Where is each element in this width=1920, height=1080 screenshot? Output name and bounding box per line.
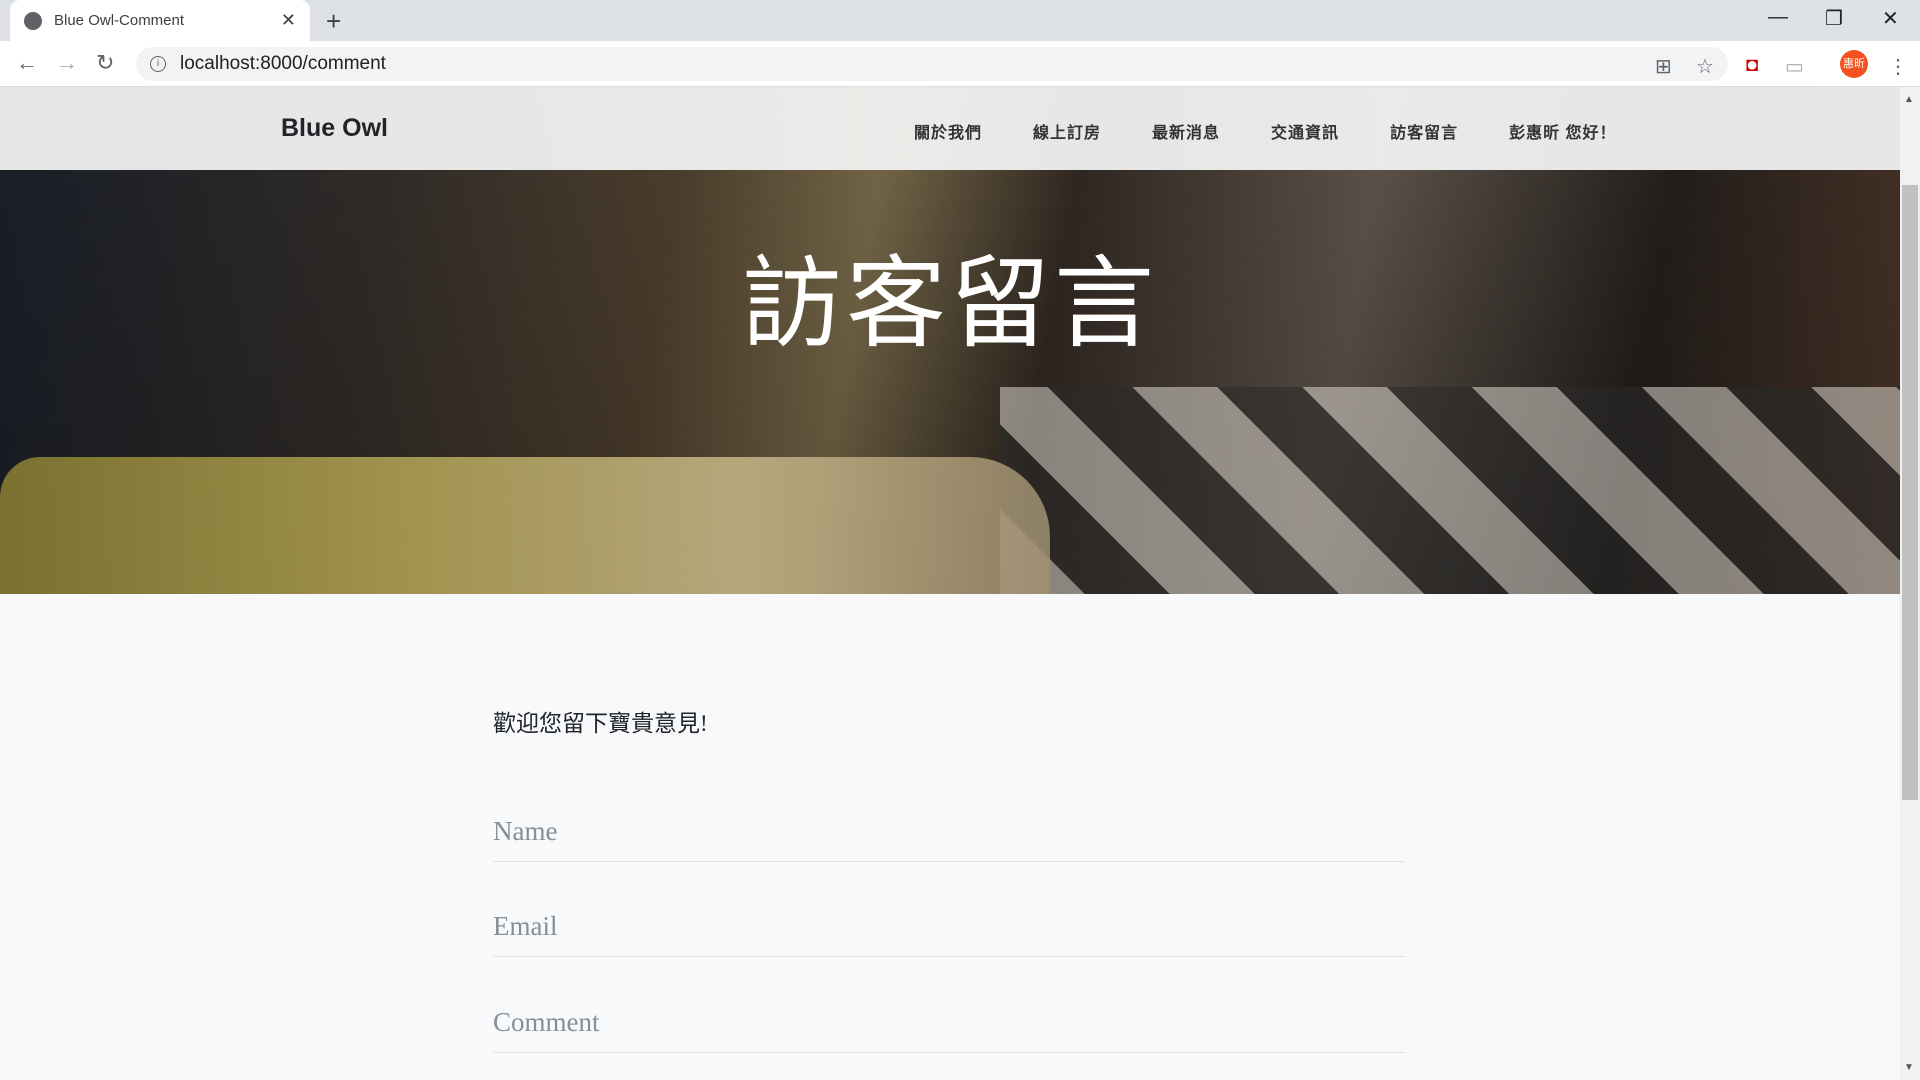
info-icon[interactable]: i: [150, 56, 166, 72]
nav-user[interactable]: 彭惠昕 您好！: [1509, 119, 1616, 143]
hero-image-floor: [1000, 387, 1900, 594]
reload-icon[interactable]: ↻: [96, 50, 114, 76]
comment-section: 歡迎您留下寶貴意見! Name Email Comment: [0, 594, 1900, 1080]
tab-title: Blue Owl-Comment: [54, 12, 185, 29]
close-tab-icon[interactable]: ✕: [281, 10, 296, 31]
hero-title: 訪客留言: [742, 245, 1158, 362]
page: Blue Owl 關於我們 線上訂房 最新消息 交通資訊 訪客留言 彭惠昕 您好…: [0, 87, 1900, 1080]
email-input[interactable]: Email: [493, 907, 1405, 957]
back-icon[interactable]: ←: [16, 50, 38, 76]
minimize-icon[interactable]: —: [1768, 6, 1788, 29]
forward-icon[interactable]: →: [56, 50, 78, 76]
restore-icon[interactable]: ❐: [1825, 6, 1843, 31]
url-text: localhost:8000/comment: [180, 53, 386, 74]
star-icon[interactable]: ☆: [1696, 54, 1714, 79]
brand-logo[interactable]: Blue Owl: [281, 114, 388, 143]
extension-shield-icon[interactable]: ◘: [1746, 54, 1758, 77]
close-window-icon[interactable]: ✕: [1882, 6, 1899, 31]
globe-icon: [24, 11, 42, 30]
address-bar[interactable]: i localhost:8000/comment: [136, 47, 1728, 81]
nav-booking[interactable]: 線上訂房: [1033, 119, 1101, 143]
extension-ticket-icon[interactable]: ▭: [1785, 54, 1804, 79]
tab-bar: Blue Owl-Comment ✕ + — ❐ ✕: [0, 0, 1920, 41]
browser-tab[interactable]: Blue Owl-Comment ✕: [10, 0, 310, 41]
hero-image-sofa: [0, 457, 1050, 594]
new-tab-button[interactable]: +: [326, 6, 341, 37]
site-navbar: Blue Owl 關於我們 線上訂房 最新消息 交通資訊 訪客留言 彭惠昕 您好…: [0, 87, 1900, 170]
scroll-down-icon[interactable]: ▼: [1904, 1062, 1914, 1073]
nav-traffic[interactable]: 交通資訊: [1271, 119, 1339, 143]
translate-icon[interactable]: ⊞: [1655, 54, 1672, 79]
nav-about[interactable]: 關於我們: [914, 119, 982, 143]
nav-comment[interactable]: 訪客留言: [1390, 119, 1458, 143]
scroll-up-icon[interactable]: ▲: [1904, 94, 1914, 105]
comment-input[interactable]: Comment: [493, 1003, 1405, 1053]
profile-avatar[interactable]: 惠昕: [1840, 50, 1868, 78]
browser-toolbar: ← → ↻ i localhost:8000/comment ⊞ ☆ ◘ ▭ ⋮: [0, 41, 1920, 87]
nav-news[interactable]: 最新消息: [1152, 119, 1220, 143]
scrollbar-thumb[interactable]: [1902, 185, 1918, 800]
menu-icon[interactable]: ⋮: [1888, 54, 1908, 79]
name-input[interactable]: Name: [493, 812, 1405, 862]
intro-text: 歡迎您留下寶貴意見!: [493, 711, 708, 736]
